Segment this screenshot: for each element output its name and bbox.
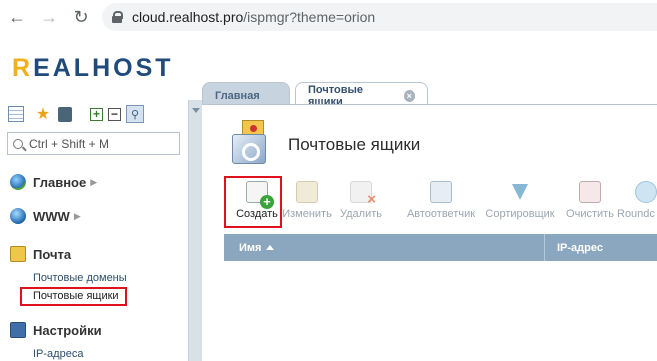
settings-icon (10, 322, 26, 338)
roundcube-button[interactable]: Roundc (617, 181, 657, 220)
browser-toolbar: ← → ↻ cloud.realhost.pro/ispmgr?theme=or… (0, 0, 657, 34)
sidebar-group-label: WWW (33, 208, 70, 224)
clear-button[interactable]: Очистить (555, 181, 625, 220)
autoresponder-button[interactable]: Автоответчик (406, 181, 476, 220)
screen: ← → ↻ cloud.realhost.pro/ispmgr?theme=or… (0, 0, 657, 361)
collapse-triangle-icon[interactable] (192, 108, 200, 113)
edit-label: Изменить (282, 208, 332, 220)
sidebar-item-mail-domains[interactable]: Почтовые домены (33, 272, 127, 284)
sidebar-group-label: Главное (33, 174, 87, 190)
delete-button[interactable]: Удалить (326, 181, 396, 220)
www-globe-icon (10, 208, 26, 224)
sorter-icon (512, 184, 528, 200)
sidebar-group-label: Настройки (33, 322, 102, 338)
sidebar-group-label: Почта (33, 246, 72, 262)
delete-icon (350, 181, 376, 208)
favorites-star-icon[interactable]: ★ (34, 105, 52, 123)
sort-ascending-icon (266, 245, 275, 250)
sorter-button[interactable]: Сортировщик (485, 181, 555, 220)
menu-search-input[interactable]: Ctrl + Shift + M (7, 132, 180, 155)
chevron-right-icon: ▶ (90, 176, 98, 187)
clear-icon (579, 181, 601, 203)
close-tab-icon[interactable]: × (403, 89, 415, 102)
sidebar-group-mail[interactable]: Почта (10, 246, 71, 262)
sidebar-toolbar: ★ + − ⚲ (8, 104, 150, 124)
main-content: Почтовые ящики Создать Изменить Удалить … (202, 104, 657, 361)
delete-label: Удалить (340, 208, 382, 220)
highlight-mailboxes-menu (20, 287, 127, 306)
edit-icon (296, 181, 318, 203)
table-header: Имя IP-адрес (224, 234, 657, 261)
sidebar-item-ip-addresses[interactable]: IP-адреса (33, 348, 83, 360)
home-globe-icon (10, 174, 26, 190)
roundcube-label: Roundc (617, 208, 655, 220)
sidebar-splitter[interactable] (188, 100, 202, 361)
roundcube-icon (635, 181, 657, 203)
brand-logo: REALHOST (12, 54, 174, 82)
tab-label: Главная (215, 89, 260, 102)
reload-icon[interactable]: ↻ (70, 6, 92, 28)
tab-strip: Главная Почтовые ящики × (202, 78, 657, 108)
lock-icon (112, 11, 123, 23)
url-host: cloud.realhost.pro (132, 9, 244, 25)
forward-icon[interactable]: → (38, 6, 60, 28)
sidebar-group-settings[interactable]: Настройки (10, 322, 102, 338)
collapse-all-icon[interactable]: − (108, 107, 121, 121)
column-header-name[interactable]: Имя (224, 234, 545, 261)
autoresponder-label: Автоответчик (406, 208, 476, 220)
sidebar-group-main[interactable]: Главное ▶ (10, 174, 97, 190)
sorter-label: Сортировщик (485, 208, 555, 220)
search-icon (13, 138, 23, 149)
column-header-ip[interactable]: IP-адрес (545, 242, 603, 254)
mail-icon (10, 246, 26, 262)
chevron-right-icon: ▶ (73, 210, 81, 221)
address-bar[interactable]: cloud.realhost.pro/ispmgr?theme=orion (102, 3, 657, 31)
sidebar: ★ + − ⚲ Ctrl + Shift + M Главное ▶ WWW ▶… (0, 100, 188, 361)
back-icon[interactable]: ← (6, 6, 28, 28)
page-title: Почтовые ящики (288, 135, 421, 154)
clear-label: Очистить (566, 208, 614, 220)
pin-icon[interactable]: ⚲ (126, 105, 144, 123)
autoresponder-icon (430, 181, 452, 203)
sidebar-group-www[interactable]: WWW ▶ (10, 208, 81, 224)
clipboard-icon[interactable] (58, 106, 72, 122)
search-placeholder: Ctrl + Shift + M (29, 136, 110, 151)
url-path: /ispmgr?theme=orion (243, 9, 376, 25)
mailbox-icon (232, 134, 266, 164)
menu-list-icon[interactable] (8, 106, 24, 122)
mailbox-page-icon (232, 120, 272, 164)
expand-all-icon[interactable]: + (90, 107, 103, 121)
